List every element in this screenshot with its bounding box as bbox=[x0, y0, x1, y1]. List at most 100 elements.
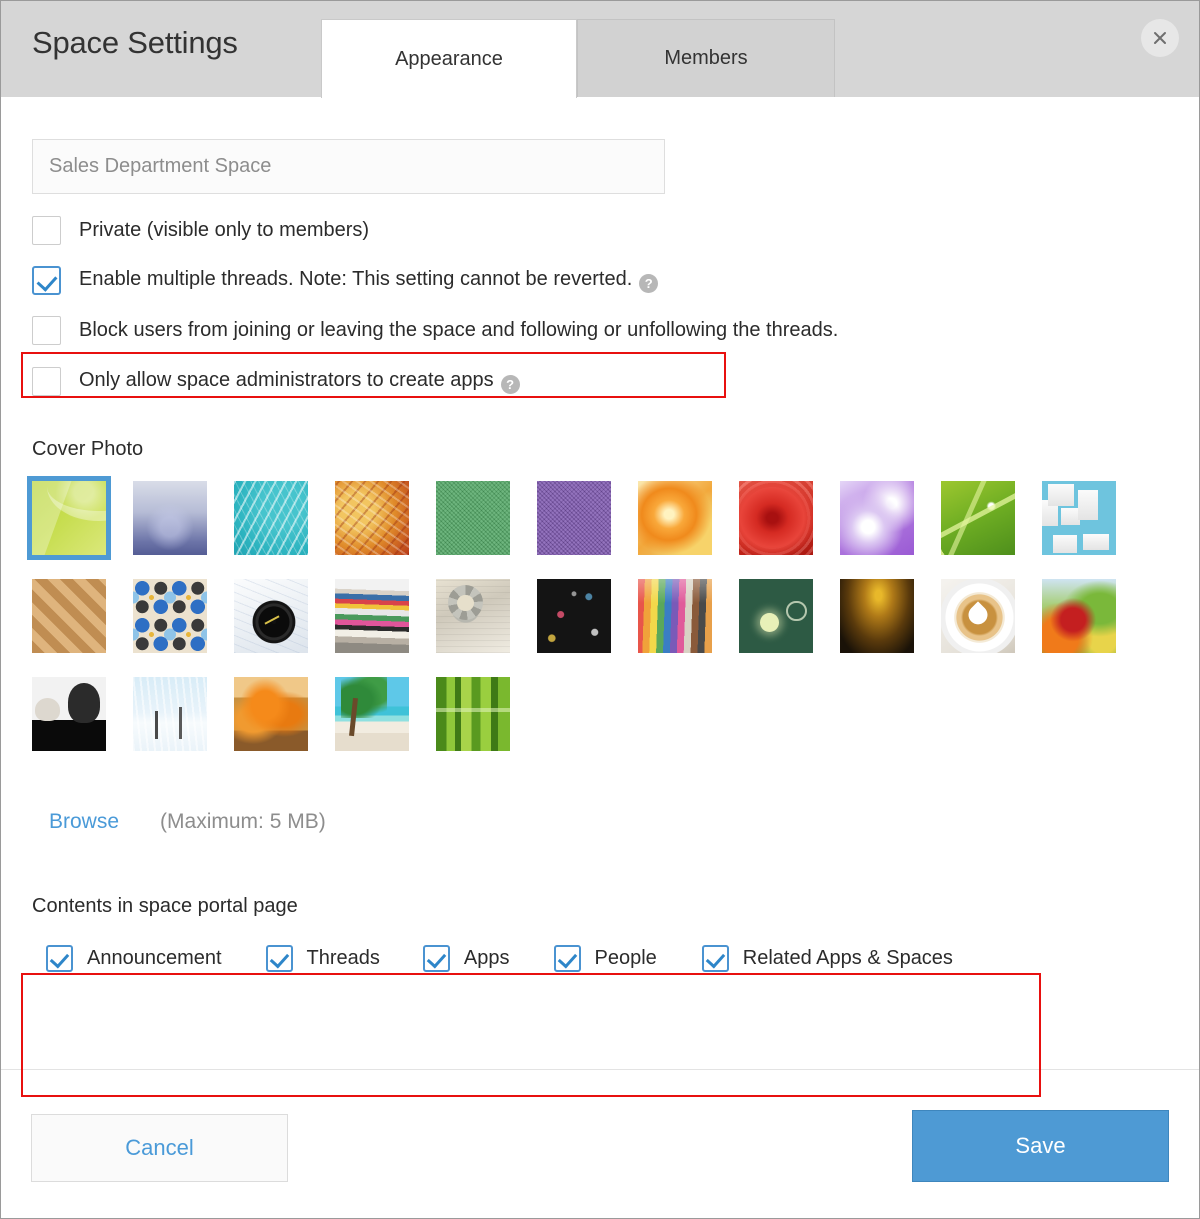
cover-thumbnail-lime-gradient[interactable] bbox=[27, 476, 111, 560]
cover-thumbnail-green-leaf-dew[interactable] bbox=[941, 481, 1015, 555]
cover-thumbnail-colored-pencil-faces[interactable] bbox=[638, 579, 712, 653]
close-icon bbox=[1154, 32, 1166, 44]
cover-thumbnail-bamboo-stalks[interactable] bbox=[436, 677, 510, 751]
cover-thumbnail-image bbox=[1042, 481, 1116, 555]
cover-thumbnail-image bbox=[335, 481, 409, 555]
cover-thumbnail-purple-felt[interactable] bbox=[537, 481, 611, 555]
portal-item-related-apps-spaces[interactable]: Related Apps & Spaces bbox=[701, 945, 953, 972]
max-size-label: (Maximum: 5 MB) bbox=[160, 810, 326, 833]
portal-item-people[interactable]: People bbox=[553, 945, 657, 972]
cover-thumbnail-image bbox=[537, 579, 611, 653]
cover-thumbnail-chalkboard-lightbulb[interactable] bbox=[739, 579, 813, 653]
checkbox-admins-create-apps[interactable] bbox=[32, 366, 61, 396]
cover-thumbnail-latte-art-coffee[interactable] bbox=[941, 579, 1015, 653]
browse-link[interactable]: Browse bbox=[49, 810, 119, 834]
cover-thumbnail-image bbox=[234, 677, 308, 751]
option-admins-create-apps-label: Only allow space administrators to creat… bbox=[79, 369, 520, 394]
help-icon-admins-create-apps[interactable]: ? bbox=[500, 374, 520, 394]
cover-thumbnail-image bbox=[234, 481, 308, 555]
browse-row: Browse (Maximum: 5 MB) bbox=[49, 810, 326, 834]
cover-thumbnail-red-carnation[interactable] bbox=[739, 481, 813, 555]
cover-thumbnail-purple-hyacinth[interactable] bbox=[840, 481, 914, 555]
cover-thumbnail-image bbox=[335, 677, 409, 751]
cover-thumbnail-image bbox=[739, 481, 813, 555]
cover-thumbnail-image bbox=[32, 481, 106, 555]
cover-thumbnail-image bbox=[32, 579, 106, 653]
cover-thumbnail-moroccan-tile[interactable] bbox=[133, 579, 207, 653]
portal-item-threads[interactable]: Threads bbox=[265, 945, 380, 972]
cover-thumbnail-image bbox=[335, 579, 409, 653]
cover-thumbnail-image bbox=[32, 677, 106, 751]
checkbox-portal-4[interactable] bbox=[701, 945, 729, 972]
cover-thumbnail-dark-gold-gradient[interactable] bbox=[840, 579, 914, 653]
portal-item-label: Announcement bbox=[87, 947, 222, 969]
cover-thumbnail-image bbox=[840, 579, 914, 653]
cover-thumbnail-turquoise-water[interactable] bbox=[234, 481, 308, 555]
checkbox-multiple-threads[interactable] bbox=[32, 265, 61, 295]
dialog-header: Space Settings Appearance Members bbox=[1, 1, 1199, 98]
portal-item-label: Related Apps & Spaces bbox=[742, 947, 953, 969]
cover-thumbnail-image bbox=[638, 579, 712, 653]
checkbox-portal-1[interactable] bbox=[265, 945, 293, 972]
cover-thumbnail-winter-trees-snow[interactable] bbox=[133, 677, 207, 751]
cover-thumbnail-image bbox=[436, 579, 510, 653]
portal-item-announcement[interactable]: Announcement bbox=[46, 945, 222, 972]
option-admins-create-apps[interactable]: Only allow space administrators to creat… bbox=[32, 363, 520, 399]
portal-item-label: Threads bbox=[306, 947, 380, 969]
cover-thumbnail-stacked-books[interactable] bbox=[335, 579, 409, 653]
cover-thumbnail-image bbox=[133, 677, 207, 751]
cover-thumbnail-pumpkin-basket[interactable] bbox=[234, 677, 308, 751]
cover-thumbnail-image bbox=[133, 579, 207, 653]
cover-thumbnail-palm-tree-beach[interactable] bbox=[335, 677, 409, 751]
option-admins-create-apps-text: Only allow space administrators to creat… bbox=[79, 368, 494, 391]
tab-appearance-label: Appearance bbox=[395, 47, 503, 70]
help-icon-multiple-threads[interactable]: ? bbox=[639, 273, 659, 293]
portal-contents-title: Contents in space portal page bbox=[32, 895, 298, 917]
cover-thumbnail-cat-peeking[interactable] bbox=[32, 677, 106, 751]
checkbox-portal-0[interactable] bbox=[46, 945, 73, 972]
cover-thumbnail-blue-gradient[interactable] bbox=[133, 481, 207, 555]
tab-appearance[interactable]: Appearance bbox=[321, 19, 577, 98]
cover-thumbnail-image bbox=[941, 579, 1015, 653]
option-multiple-threads-text: Enable multiple threads. Note: This sett… bbox=[79, 267, 633, 290]
close-button[interactable] bbox=[1141, 19, 1179, 57]
portal-item-label: Apps bbox=[463, 947, 510, 969]
portal-item-apps[interactable]: Apps bbox=[422, 945, 510, 972]
cover-thumbnail-green-felt[interactable] bbox=[436, 481, 510, 555]
dialog-footer: Cancel Save bbox=[1, 1069, 1199, 1218]
cancel-button-label: Cancel bbox=[125, 1135, 194, 1160]
checkbox-block-users[interactable] bbox=[32, 315, 61, 345]
cover-thumbnail-image bbox=[941, 481, 1015, 555]
save-button[interactable]: Save bbox=[912, 1110, 1169, 1182]
option-block-users[interactable]: Block users from joining or leaving the … bbox=[32, 312, 838, 348]
option-multiple-threads[interactable]: Enable multiple threads. Note: This sett… bbox=[32, 262, 659, 298]
space-name-input[interactable] bbox=[32, 139, 665, 194]
portal-contents-row: Announcement Threads Apps People Related App… bbox=[46, 945, 953, 972]
checkbox-portal-2[interactable] bbox=[422, 945, 450, 972]
cover-thumbnail-compass-blueprint[interactable] bbox=[234, 579, 308, 653]
cover-thumbnail-image bbox=[739, 579, 813, 653]
checkbox-portal-3[interactable] bbox=[553, 945, 581, 972]
cancel-button[interactable]: Cancel bbox=[31, 1114, 288, 1182]
cover-thumbnail-fresh-vegetables[interactable] bbox=[1042, 579, 1116, 653]
cover-thumbnail-wood-parquet[interactable] bbox=[32, 579, 106, 653]
cover-thumbnail-image bbox=[638, 481, 712, 555]
cover-photo-label: Cover Photo bbox=[32, 438, 144, 460]
cover-thumbnail-image bbox=[436, 481, 510, 555]
save-button-label: Save bbox=[1015, 1133, 1066, 1158]
cover-thumbnail-gear-drawing[interactable] bbox=[436, 579, 510, 653]
cover-thumbnail-chalkboard-question-marks[interactable] bbox=[537, 579, 611, 653]
cover-thumbnail-image bbox=[436, 677, 510, 751]
dialog-body: Private (visible only to members) Enable… bbox=[1, 97, 1199, 1129]
cover-thumbnail-orange-flower[interactable] bbox=[638, 481, 712, 555]
cover-thumbnail-rust-texture[interactable] bbox=[335, 481, 409, 555]
tab-members[interactable]: Members bbox=[577, 19, 835, 97]
option-private-label: Private (visible only to members) bbox=[79, 218, 370, 241]
tab-members-label: Members bbox=[664, 47, 748, 69]
portal-item-label: People bbox=[594, 947, 657, 969]
cover-thumbnail-white-cubes-blue[interactable] bbox=[1042, 481, 1116, 555]
checkbox-private[interactable] bbox=[32, 215, 61, 245]
option-multiple-threads-label: Enable multiple threads. Note: This sett… bbox=[79, 267, 659, 293]
option-block-users-label: Block users from joining or leaving the … bbox=[79, 318, 839, 341]
option-private[interactable]: Private (visible only to members) bbox=[32, 212, 369, 248]
